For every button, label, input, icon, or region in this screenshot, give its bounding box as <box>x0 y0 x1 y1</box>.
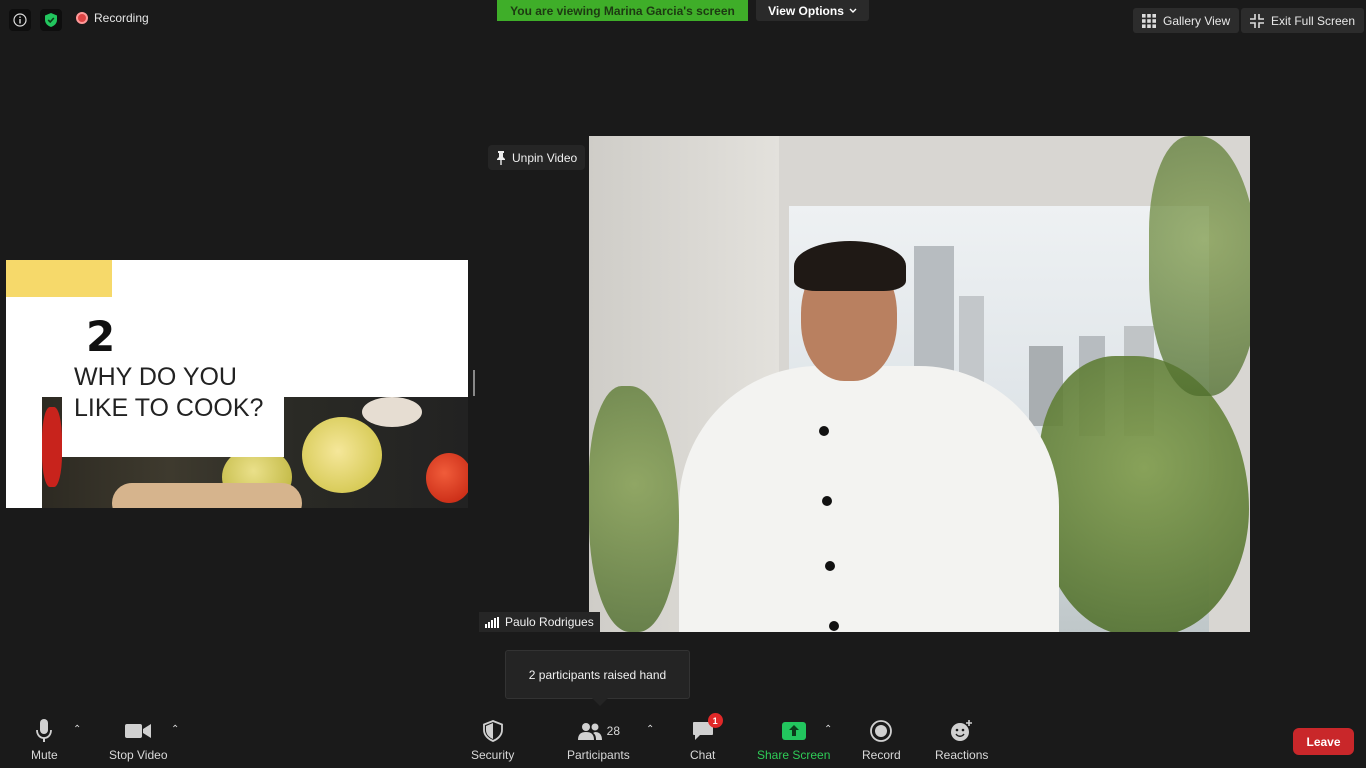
meeting-window: Recording You are viewing Marina Garcia'… <box>0 0 1366 768</box>
reactions-label: Reactions <box>935 748 989 762</box>
view-options-label: View Options <box>768 3 844 18</box>
participant-name-tag: Paulo Rodrigues <box>479 612 600 632</box>
mute-label: Mute <box>31 748 58 762</box>
participants-options-caret[interactable]: ⌃ <box>646 724 654 735</box>
chat-bubble-icon: 1 <box>692 713 723 743</box>
participant-name: Paulo Rodrigues <box>505 615 594 629</box>
unpin-video-label: Unpin Video <box>512 150 578 165</box>
slide-question: WHY DO YOU LIKE TO COOK? <box>74 362 284 424</box>
raised-hand-tooltip: 2 participants raised hand <box>505 650 690 706</box>
resize-handle[interactable] <box>473 370 475 396</box>
video-camera-icon <box>125 719 152 743</box>
meeting-info-icon[interactable] <box>9 9 31 31</box>
pin-icon <box>497 150 505 165</box>
shared-screen-slide[interactable]: 2 WHY DO YOU LIKE TO COOK? <box>6 260 468 508</box>
unpin-video-button[interactable]: Unpin Video <box>488 145 586 170</box>
chat-label: Chat <box>690 748 716 762</box>
chef-jacket <box>679 366 1059 632</box>
exit-full-screen-button[interactable]: Exit Full Screen <box>1241 8 1365 33</box>
chat-unread-badge: 1 <box>707 713 723 728</box>
leave-button[interactable]: Leave <box>1293 728 1354 755</box>
viewing-screen-banner: You are viewing Marina Garcia's screen <box>497 0 748 21</box>
exit-full-screen-label: Exit Full Screen <box>1271 13 1356 28</box>
stop-video-button[interactable]: Stop Video <box>109 719 168 762</box>
record-label: Record <box>862 748 901 762</box>
recording-label: Recording <box>94 11 149 25</box>
slide-question-line1: WHY DO YOU <box>74 363 237 391</box>
chat-button[interactable]: 1 Chat <box>690 713 723 762</box>
microphone-icon <box>35 719 53 743</box>
gallery-view-button[interactable]: Gallery View <box>1133 8 1240 33</box>
view-options-button[interactable]: View Options <box>756 0 869 21</box>
signal-strength-icon <box>485 616 499 628</box>
video-options-caret[interactable]: ⌃ <box>171 724 179 735</box>
grid-icon <box>1142 13 1156 28</box>
reactions-button[interactable]: Reactions <box>935 719 988 762</box>
share-screen-options-caret[interactable]: ⌃ <box>824 724 832 735</box>
participants-button[interactable]: 28 Participants <box>567 719 630 762</box>
participants-label: Participants <box>567 748 630 762</box>
gallery-view-label: Gallery View <box>1163 13 1231 28</box>
recording-dot-icon <box>76 12 88 24</box>
record-icon <box>870 719 893 743</box>
security-label: Security <box>471 748 515 762</box>
chef-hair <box>794 241 906 291</box>
security-shield-icon <box>482 719 503 743</box>
stop-video-label: Stop Video <box>109 748 168 762</box>
recording-indicator[interactable]: Recording <box>76 11 149 25</box>
share-screen-button[interactable]: Share Screen <box>757 719 830 762</box>
participants-count: 28 <box>606 724 621 738</box>
reactions-smiley-icon <box>950 719 974 743</box>
slide-yellow-accent <box>6 260 112 297</box>
security-button[interactable]: Security <box>471 719 514 762</box>
slide-number: 2 <box>86 312 116 361</box>
mute-button[interactable]: Mute <box>31 719 58 762</box>
share-screen-label: Share Screen <box>757 748 831 762</box>
record-button[interactable]: Record <box>862 719 901 762</box>
slide-question-line2: LIKE TO COOK? <box>74 394 264 422</box>
audio-options-caret[interactable]: ⌃ <box>73 724 81 735</box>
exit-full-screen-icon <box>1250 13 1264 28</box>
share-screen-icon <box>781 719 806 743</box>
participant-video[interactable] <box>589 136 1250 632</box>
encryption-shield-icon[interactable] <box>40 9 62 31</box>
participants-icon: 28 <box>577 719 620 743</box>
chevron-down-icon <box>849 8 857 13</box>
